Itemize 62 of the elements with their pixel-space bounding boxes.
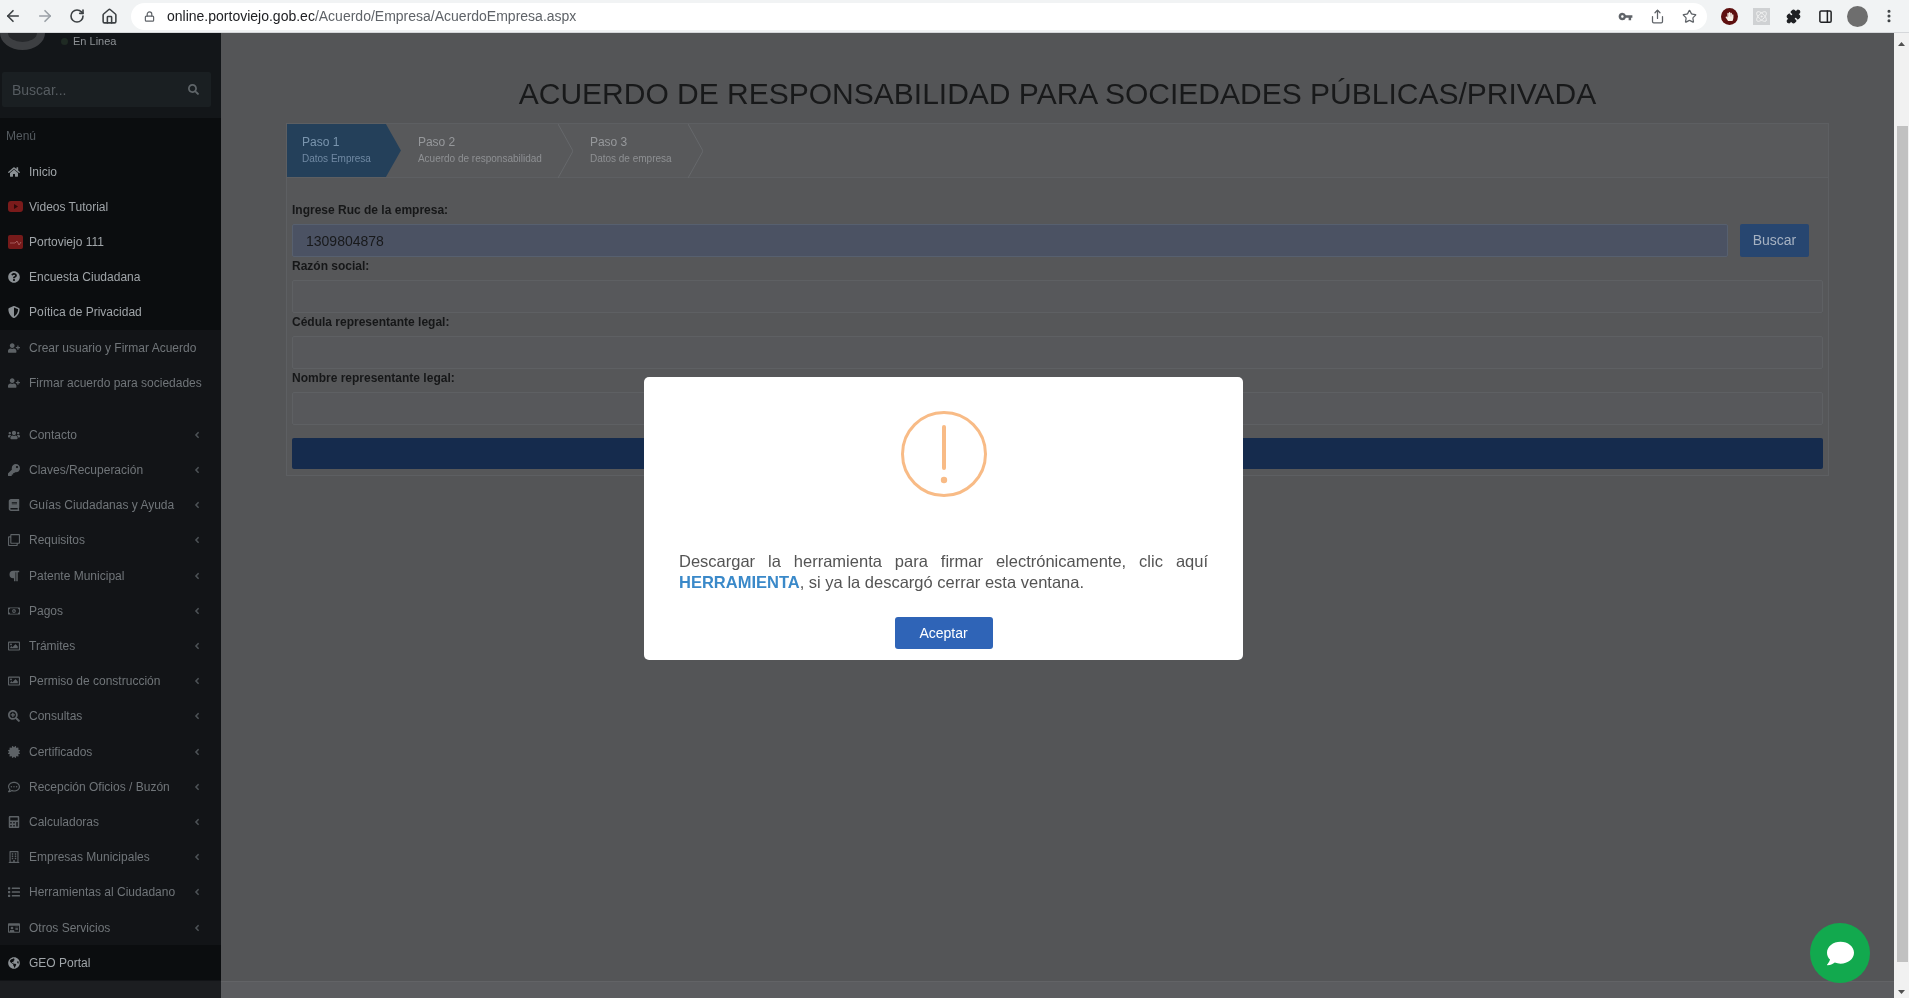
scrollbar-thumb[interactable] bbox=[1897, 126, 1908, 962]
warning-icon bbox=[900, 411, 987, 497]
sidebar-link[interactable]: GEO Portal bbox=[0, 945, 221, 981]
seal-icon bbox=[8, 745, 20, 758]
chat-button[interactable] bbox=[1810, 923, 1870, 983]
banknote-icon bbox=[8, 604, 20, 617]
copy-icon bbox=[8, 534, 20, 547]
caret-down-icon[interactable] bbox=[1898, 990, 1905, 994]
zoom-in-icon bbox=[8, 710, 20, 723]
user-status: En Linea bbox=[73, 34, 117, 50]
field-label: Cédula representante legal: bbox=[292, 314, 451, 331]
lock-icon[interactable] bbox=[144, 10, 155, 22]
star-icon[interactable] bbox=[1681, 8, 1697, 24]
calculator-icon bbox=[8, 815, 20, 828]
image-icon bbox=[8, 640, 20, 653]
globe-icon bbox=[8, 956, 20, 969]
sidebar-link[interactable]: Portoviejo 111 bbox=[0, 224, 221, 260]
accept-button[interactable]: Aceptar bbox=[894, 617, 993, 649]
profile-avatar[interactable] bbox=[1846, 5, 1868, 27]
search-button[interactable]: Buscar bbox=[1740, 224, 1809, 257]
text-field[interactable]: 1309804878 bbox=[292, 224, 1728, 257]
download-link[interactable]: HERRAMIENTA bbox=[679, 573, 800, 591]
search-icon[interactable] bbox=[188, 84, 199, 95]
address-bar[interactable]: online.portoviejo.gob.ec/Acuerdo/Empresa/AcuerdoEmpresa.aspx bbox=[131, 2, 1707, 30]
logo-icon bbox=[8, 234, 23, 249]
building-icon bbox=[8, 851, 20, 864]
side-panel-icon[interactable] bbox=[1817, 8, 1833, 24]
list-icon bbox=[8, 886, 20, 899]
field-label: Ingrese Ruc de la empresa: bbox=[292, 202, 450, 219]
paragraph-icon bbox=[8, 569, 20, 582]
book-icon bbox=[8, 499, 20, 512]
field-label: Nombre representante legal: bbox=[292, 370, 456, 387]
page-title: ACUERDO DE RESPONSABILIDAD PARA SOCIEDADES PÚBLICAS/PRIVADA bbox=[517, 76, 1598, 111]
key-icon bbox=[8, 464, 20, 477]
dialog-message: Descargar la herramienta para firmar electrónicamente, clic aquí HERRAMIENTA, si ya la descargó cerrar esta ventana. bbox=[679, 551, 1208, 593]
speech-bubble-icon bbox=[1826, 939, 1854, 967]
reload-icon[interactable] bbox=[69, 8, 85, 24]
shield-icon bbox=[8, 306, 20, 319]
menu-header: Menú bbox=[0, 118, 221, 154]
video-play-icon bbox=[8, 201, 23, 213]
sidebar-link[interactable]: Poítica de Privacidad bbox=[0, 294, 221, 330]
home-icon bbox=[8, 165, 20, 178]
field-label: Razón social: bbox=[292, 258, 371, 275]
wizard-step[interactable]: Paso 1 Datos Empresa bbox=[287, 124, 401, 177]
puzzle-icon[interactable] bbox=[1785, 8, 1801, 24]
id-card-icon bbox=[8, 921, 20, 934]
image-icon bbox=[8, 675, 20, 688]
avatar-icon bbox=[0, 33, 45, 50]
user-plus-icon bbox=[8, 376, 20, 389]
caret-up-icon[interactable] bbox=[1898, 42, 1905, 46]
user-plus-icon bbox=[8, 341, 20, 354]
question-icon bbox=[8, 271, 20, 284]
hand-icon[interactable] bbox=[1720, 7, 1738, 25]
sidebar-link[interactable]: Inicio bbox=[0, 154, 221, 190]
share-icon[interactable] bbox=[1649, 8, 1665, 24]
search-field[interactable]: Buscar... bbox=[2, 72, 211, 107]
sidebar-link[interactable]: Videos Tutorial bbox=[0, 189, 221, 225]
users-icon bbox=[8, 428, 20, 441]
home-icon[interactable] bbox=[100, 7, 118, 25]
sidebar-link[interactable]: Encuesta Ciudadana bbox=[0, 259, 221, 295]
comment-icon bbox=[8, 780, 20, 793]
url-text: online.portoviejo.gob.ec/Acuerdo/Empresa/AcuerdoEmpresa.aspx bbox=[167, 6, 577, 26]
